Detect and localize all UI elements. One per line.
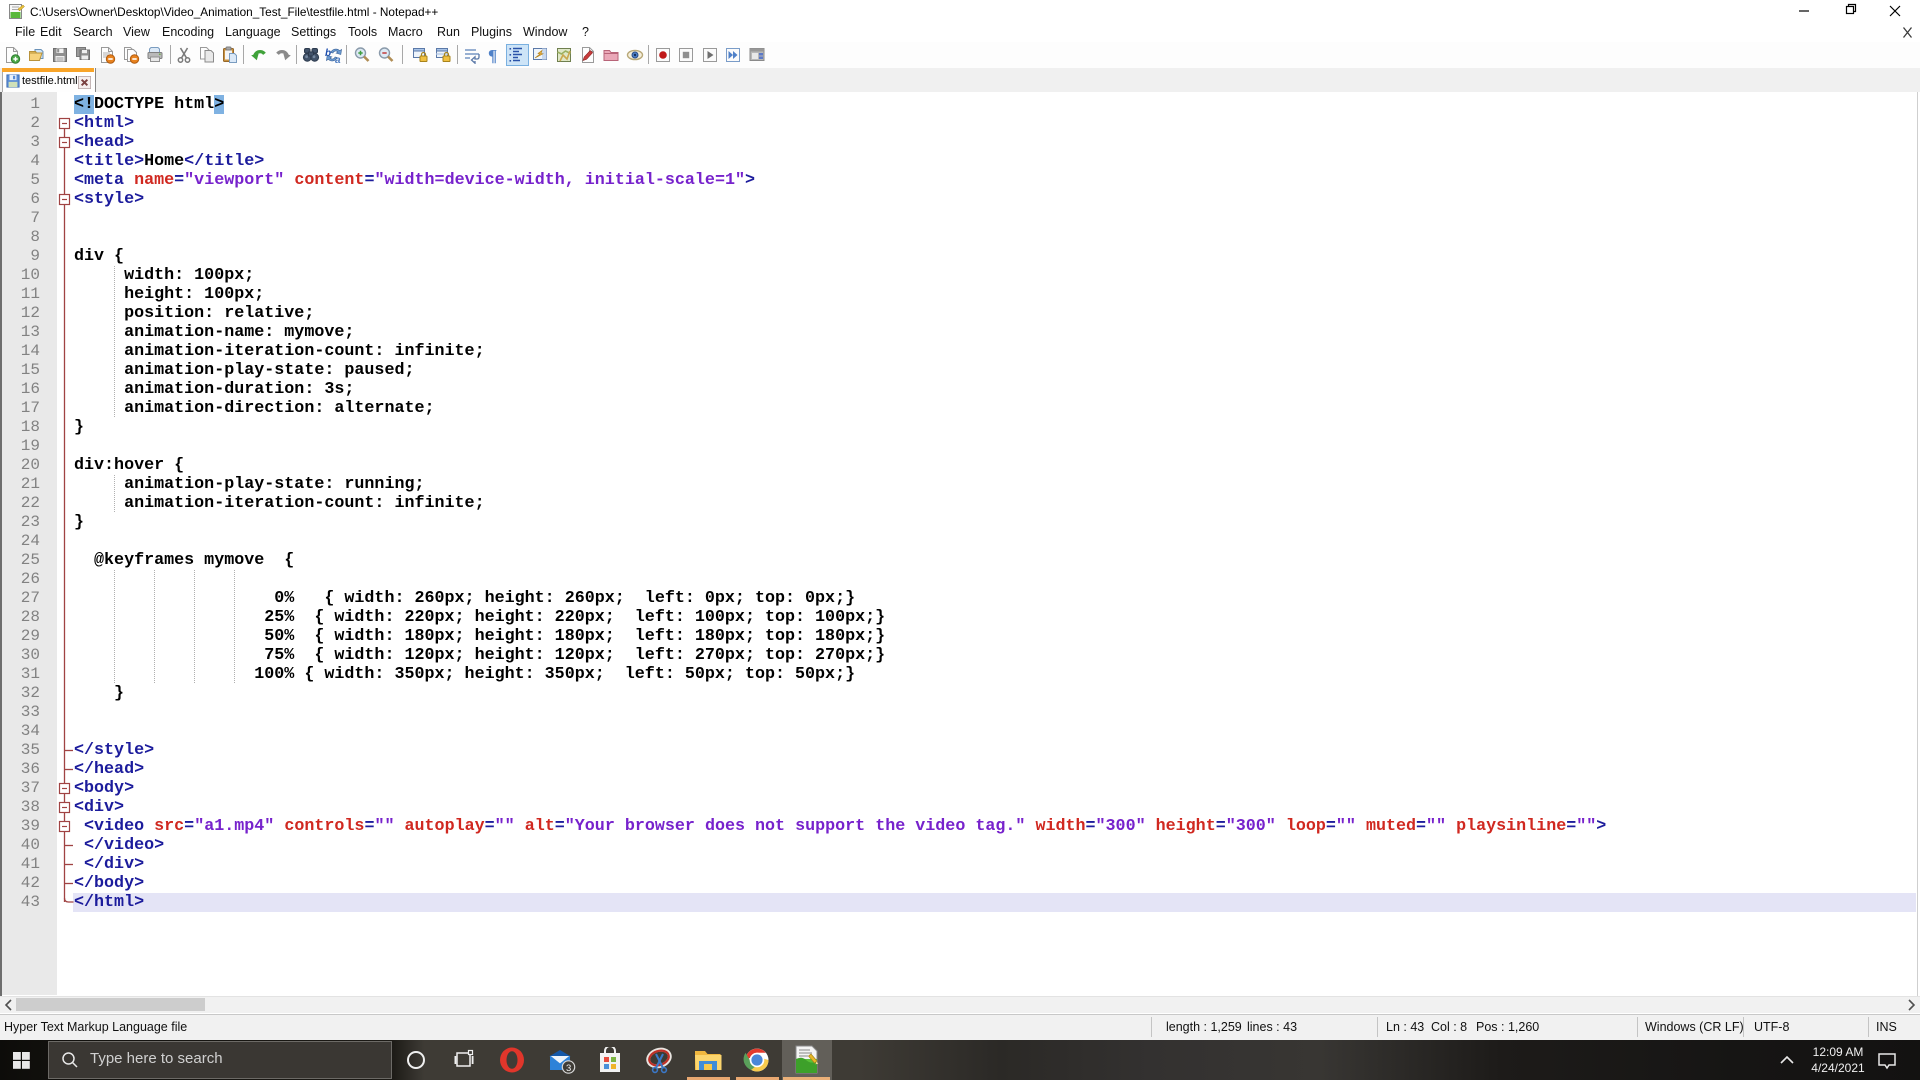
svg-text:3: 3 [566, 1063, 571, 1074]
svg-text:¶: ¶ [488, 46, 497, 64]
